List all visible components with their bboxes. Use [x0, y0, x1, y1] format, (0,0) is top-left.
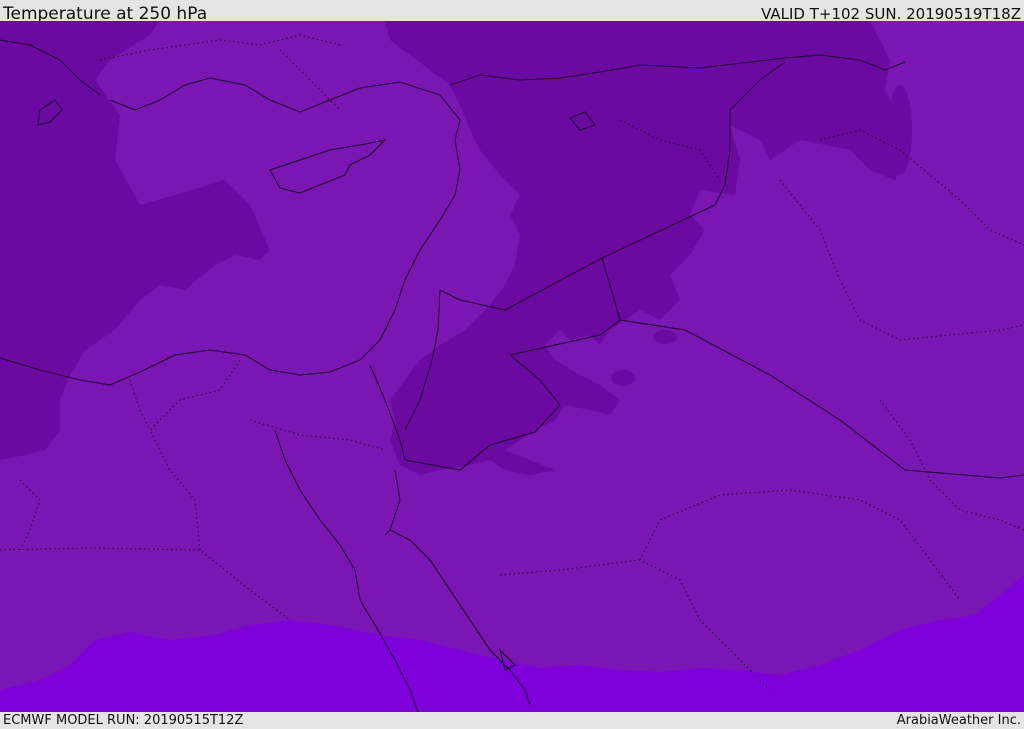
model-run-label: ECMWF MODEL RUN: 20190515T12Z [3, 713, 244, 728]
credit-label: ArabiaWeather Inc. [896, 713, 1021, 728]
header-bar: Temperature at 250 hPa VALID T+102 SUN. … [0, 0, 1024, 24]
cold-patch [611, 370, 635, 386]
temperature-map-svg [0, 21, 1024, 712]
map-canvas [0, 21, 1024, 712]
cold-patch [802, 88, 818, 108]
cold-patch [888, 85, 912, 175]
footer-bar: ECMWF MODEL RUN: 20190515T12Z ArabiaWeat… [0, 712, 1024, 729]
cold-patch [653, 330, 677, 344]
